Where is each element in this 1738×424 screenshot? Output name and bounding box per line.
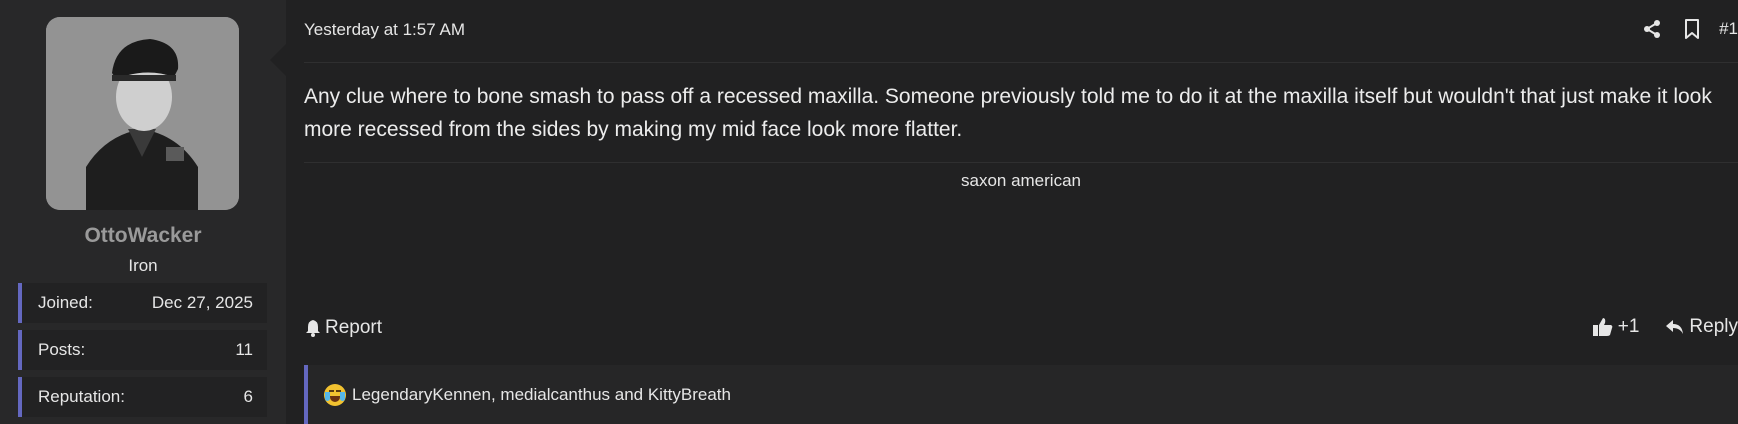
reactions-bar[interactable]: LegendaryKennen, medialcanthus and Kitty…: [304, 365, 1738, 424]
post-number[interactable]: #1: [1719, 19, 1738, 39]
stat-joined: Joined: Dec 27, 2025: [18, 283, 267, 323]
share-icon[interactable]: [1641, 18, 1663, 40]
post-body: Any clue where to bone smash to pass off…: [304, 85, 1712, 141]
sidebar-pointer: [270, 44, 286, 76]
report-label: Report: [325, 317, 383, 338]
stat-label: Reputation:: [38, 387, 125, 406]
stat-label: Joined:: [38, 293, 93, 312]
stat-value: 6: [243, 387, 253, 406]
report-button[interactable]: Report: [304, 317, 382, 339]
post-actions: +1 Reply: [1592, 316, 1738, 338]
post-date[interactable]: Yesterday at 1:57 AM: [304, 20, 465, 40]
like-button[interactable]: +1: [1592, 316, 1640, 338]
tears-of-joy-icon: [324, 383, 346, 406]
stat-reputation: Reputation: 6: [18, 377, 267, 417]
thumbs-up-icon: [1592, 318, 1613, 336]
reply-label: Reply: [1689, 316, 1738, 337]
like-count: +1: [1617, 316, 1640, 337]
bookmark-icon[interactable]: [1681, 18, 1703, 40]
stat-posts: Posts: 11: [18, 330, 267, 370]
reply-button[interactable]: Reply: [1665, 316, 1738, 338]
post-header-actions: #1: [1623, 18, 1738, 40]
avatar[interactable]: [46, 17, 239, 210]
user-sidebar: OttoWacker Iron Joined: Dec 27, 2025 Pos…: [0, 0, 286, 424]
stat-value: 11: [235, 340, 253, 359]
divider: [304, 62, 1738, 63]
user-signature: saxon american: [960, 171, 1081, 190]
signature-divider: [304, 162, 1738, 163]
username[interactable]: OttoWacker: [0, 224, 286, 248]
stat-value: Dec 27, 2025: [151, 293, 253, 312]
post-main: Yesterday at 1:57 AM #1 Any clue where t…: [286, 0, 1738, 424]
reply-icon: [1666, 320, 1684, 334]
stat-label: Posts:: [38, 340, 86, 359]
user-rank: Iron: [128, 256, 158, 275]
reactions-users[interactable]: LegendaryKennen, medialcanthus and Kitty…: [352, 385, 731, 405]
bell-icon: [306, 320, 320, 337]
